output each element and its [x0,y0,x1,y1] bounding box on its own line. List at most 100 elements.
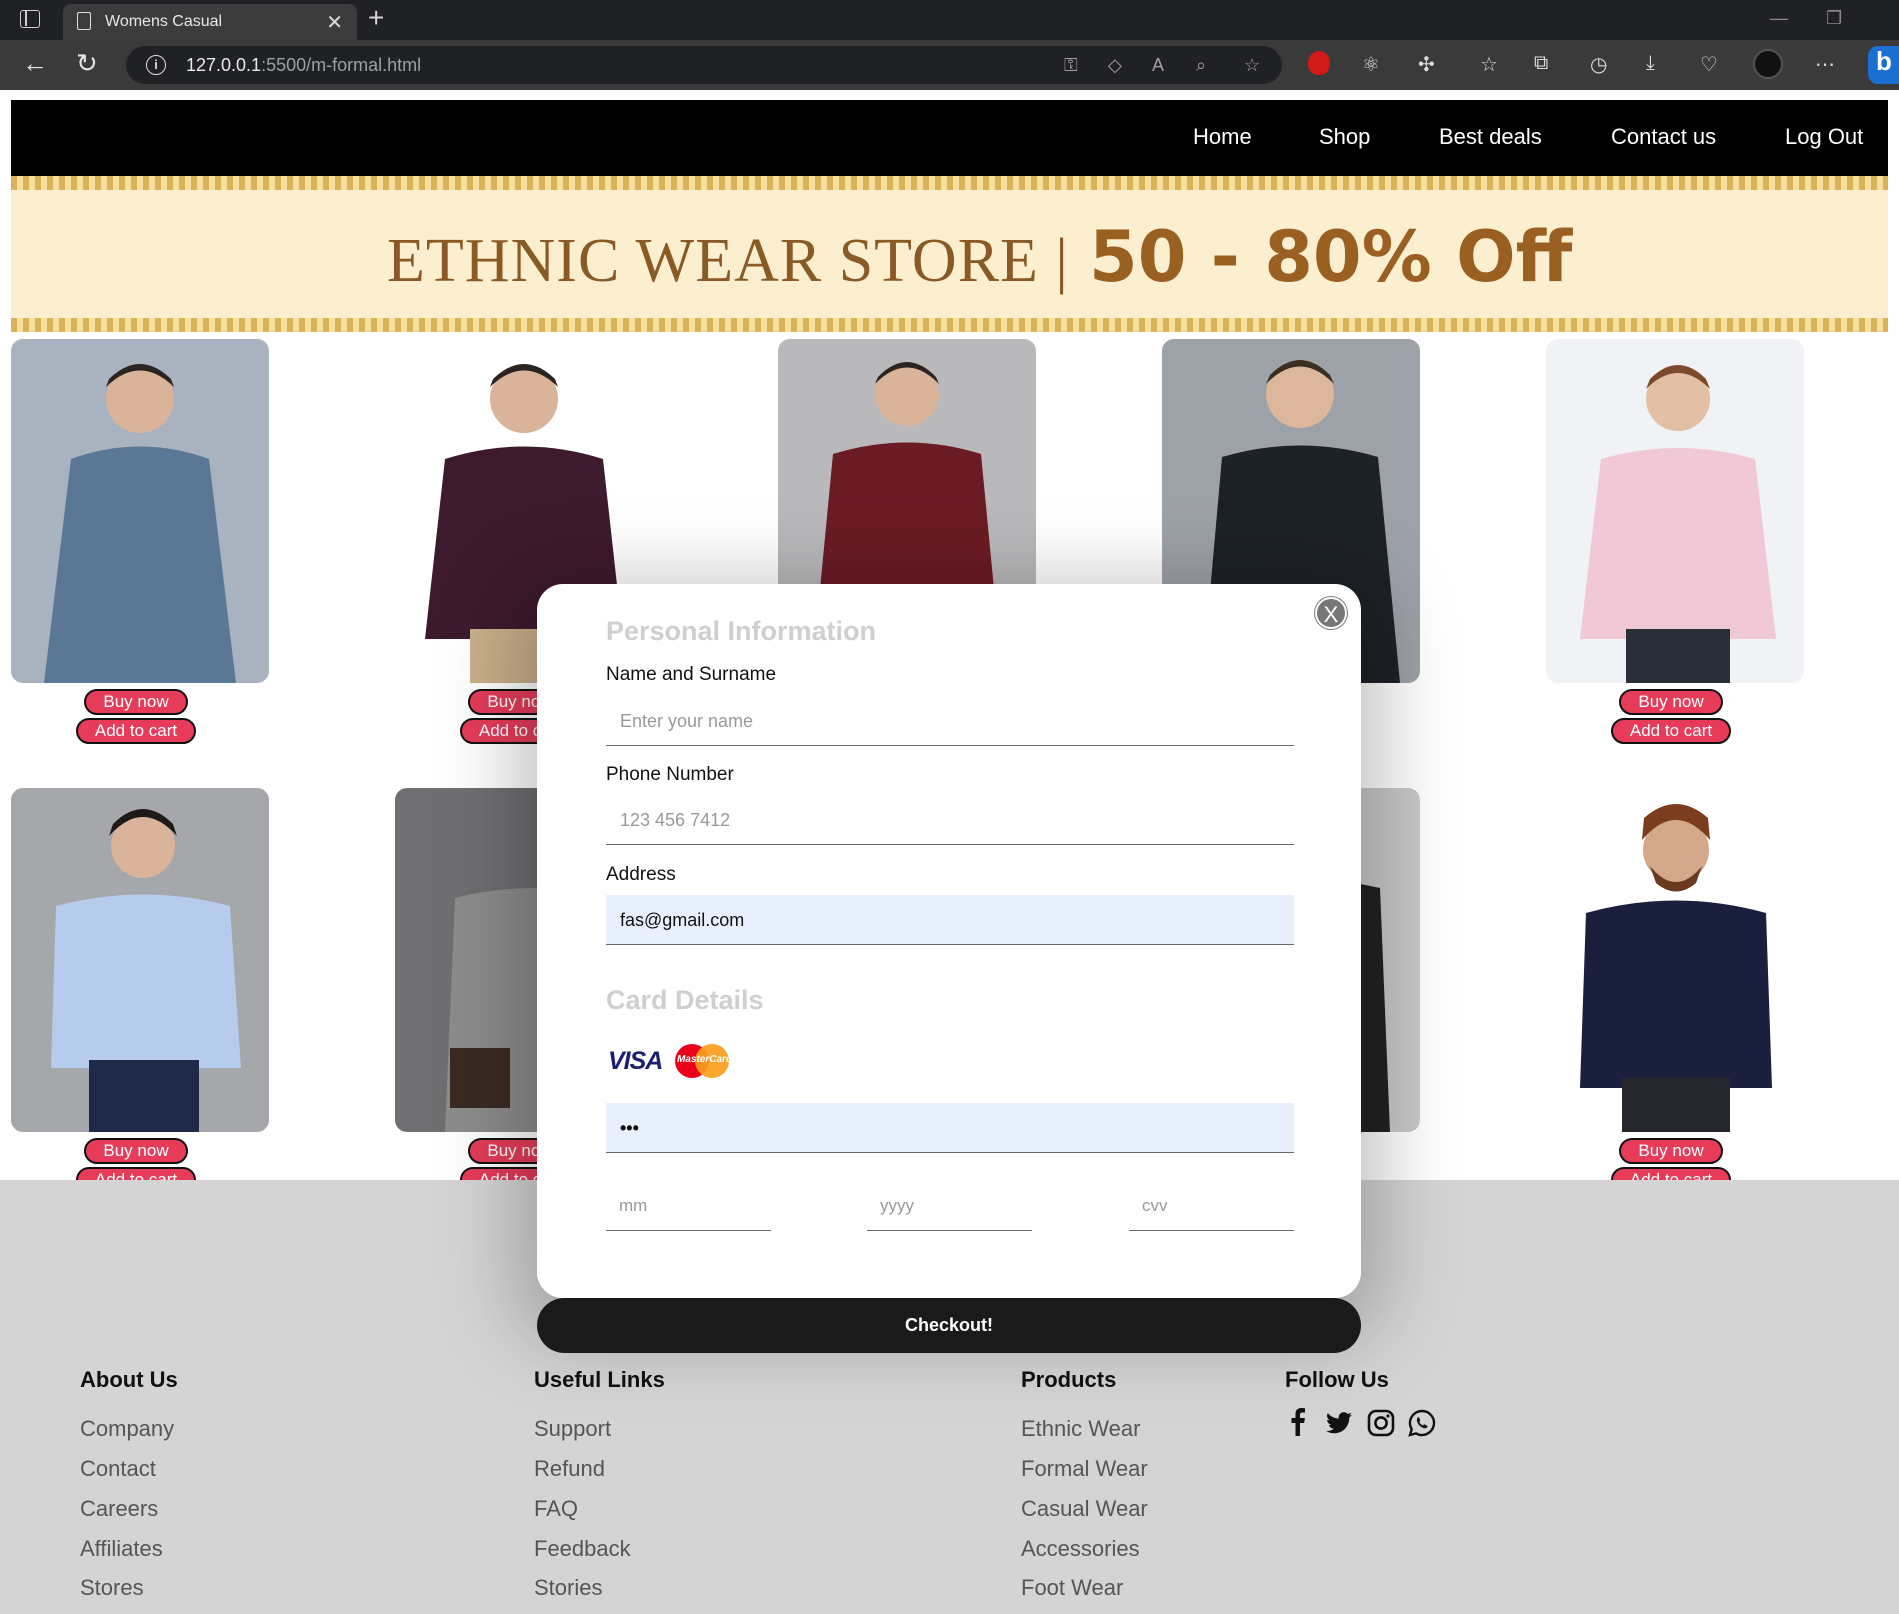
footer-link-feedback[interactable]: Feedback [534,1536,631,1562]
banner-border-bottom [11,318,1888,332]
footer-link-refund[interactable]: Refund [534,1456,605,1482]
restore-icon[interactable]: ❐ [1826,8,1842,29]
footer-link-company[interactable]: Company [80,1416,174,1442]
footer-useful-title: Useful Links [534,1367,665,1392]
card-details-title: Card Details [606,985,764,1015]
zoom-icon[interactable]: ⌕ [1196,55,1206,76]
url-text[interactable]: 127.0.0.1:5500/m-formal.html [186,55,421,76]
model-figure [51,809,241,1132]
browser-essentials-icon[interactable]: ♡ [1700,52,1718,77]
nav-home[interactable]: Home [1193,124,1252,150]
personal-info-title: Personal Information [606,616,877,646]
expiry-year-input[interactable]: yyyy [867,1181,1032,1231]
add-to-cart-button[interactable]: Add to cart [1611,718,1731,744]
visa-logo: VISA [608,1047,663,1075]
footer-link-formal-wear[interactable]: Formal Wear [1021,1456,1148,1482]
adblock-extension-icon[interactable] [1308,51,1330,75]
banner-discount-text: 50 - 80% Off [1089,216,1573,298]
mastercard-logo: MasterCard [675,1044,733,1078]
footer-link-careers[interactable]: Careers [80,1496,158,1522]
browser-tab[interactable]: Womens Casual ✕ [63,4,357,40]
footer-link-stories[interactable]: Stories [534,1575,602,1601]
read-aloud-icon[interactable]: A [1152,55,1164,76]
reload-icon[interactable]: ↻ [76,48,98,79]
profile-avatar[interactable] [1753,49,1783,79]
product-image[interactable] [1546,788,1804,1132]
product-image[interactable] [1546,339,1804,683]
key-icon[interactable]: ⚿ [1064,55,1078,76]
banner-border-top [11,176,1888,190]
close-modal-button[interactable]: X [1315,597,1347,629]
minimize-icon[interactable]: — [1770,8,1788,29]
shirt-shape [51,894,241,1068]
footer-link-accessories[interactable]: Accessories [1021,1536,1140,1562]
expiry-month-input[interactable]: mm [606,1181,771,1231]
footer-link-contact[interactable]: Contact [80,1456,156,1482]
nav-log-out[interactable]: Log Out [1785,124,1863,150]
mastercard-text: MasterCard [677,1054,733,1065]
nav-contact-us[interactable]: Contact us [1611,124,1716,150]
site-info-icon[interactable]: i [146,55,166,75]
checkout-button[interactable]: Checkout! [537,1298,1361,1353]
downloads-icon[interactable]: ⤓ [1646,52,1655,75]
address-input[interactable]: fas@gmail.com [606,895,1294,945]
footer-link-support[interactable]: Support [534,1416,611,1442]
shirt-shape [1580,448,1776,639]
cvv-input[interactable]: cvv [1129,1181,1294,1231]
footer-link-casual-wear[interactable]: Casual Wear [1021,1496,1148,1522]
address-label: Address [606,864,676,885]
history-icon[interactable]: ◷ [1590,52,1607,77]
bing-copilot-icon[interactable]: b [1868,46,1899,84]
favorite-add-icon[interactable]: ☆ [1244,55,1260,76]
back-icon[interactable]: ← [22,48,48,79]
collections-icon[interactable]: ⧉ [1534,52,1548,75]
add-to-cart-button[interactable]: Add to cart [76,718,196,744]
twitter-icon[interactable] [1326,1412,1352,1434]
footer-products-title: Products [1021,1367,1117,1392]
promo-banner: ETHNIC WEAR STORE | 50 - 80% Off [11,176,1888,332]
phone-input[interactable]: 123 456 7412 [606,795,1294,845]
address-bar[interactable]: i 127.0.0.1:5500/m-formal.html ⚿ ◇ A ⌕ ☆ [126,46,1282,84]
checkout-modal: X Personal Information Name and Surname … [537,584,1361,1298]
phone-label: Phone Number [606,764,734,785]
buy-now-button[interactable]: Buy now [84,689,188,715]
footer-link-ethnic-wear[interactable]: Ethnic Wear [1021,1416,1140,1442]
nav-shop[interactable]: Shop [1319,124,1370,150]
browser-toolbar: ← ↻ i 127.0.0.1:5500/m-formal.html ⚿ ◇ A… [0,40,1899,90]
card-number-input[interactable]: ••• [606,1103,1294,1153]
shirt-shape [1580,900,1772,1088]
footer-about-title: About Us [80,1367,178,1392]
model-figure [1580,365,1776,683]
product-image[interactable] [11,339,269,683]
shirt-shape [44,446,236,683]
product-image[interactable] [11,788,269,1132]
buy-now-button[interactable]: Buy now [1619,689,1723,715]
tab-title: Womens Casual [105,13,223,30]
banner-store-title: ETHNIC WEAR STORE | [387,227,1069,295]
name-label: Name and Surname [606,664,777,685]
footer-link-stores[interactable]: Stores [80,1575,144,1601]
more-options-icon[interactable]: ⋯ [1815,52,1835,77]
buy-now-button[interactable]: Buy now [1619,1138,1723,1164]
name-input[interactable]: Enter your name [606,696,1294,746]
nav-best-deals[interactable]: Best deals [1439,124,1542,150]
react-devtools-icon[interactable]: ⚛ [1362,52,1380,77]
favorites-icon[interactable]: ☆ [1480,52,1498,77]
footer-link-affiliates[interactable]: Affiliates [80,1536,163,1562]
model-figure [44,364,236,683]
new-tab-icon[interactable]: + [368,2,384,34]
extensions-icon[interactable]: ✣ [1418,52,1435,77]
browser-tab-bar: Womens Casual ✕ + — ❐ [0,0,1899,40]
footer-link-foot-wear[interactable]: Foot Wear [1021,1575,1123,1601]
tag-icon[interactable]: ◇ [1108,55,1122,76]
whatsapp-icon[interactable] [1408,1409,1436,1437]
buy-now-button[interactable]: Buy now [84,1138,188,1164]
footer-link-faq[interactable]: FAQ [534,1496,578,1522]
facebook-icon[interactable] [1290,1408,1306,1436]
close-tab-icon[interactable]: ✕ [326,10,343,35]
web-page: Home Shop Best deals Contact us Log Out … [0,90,1899,1614]
footer-follow-title: Follow Us [1285,1367,1389,1392]
tab-actions-icon[interactable] [20,10,40,28]
site-navbar: Home Shop Best deals Contact us Log Out [11,100,1888,176]
instagram-icon[interactable] [1367,1409,1395,1437]
